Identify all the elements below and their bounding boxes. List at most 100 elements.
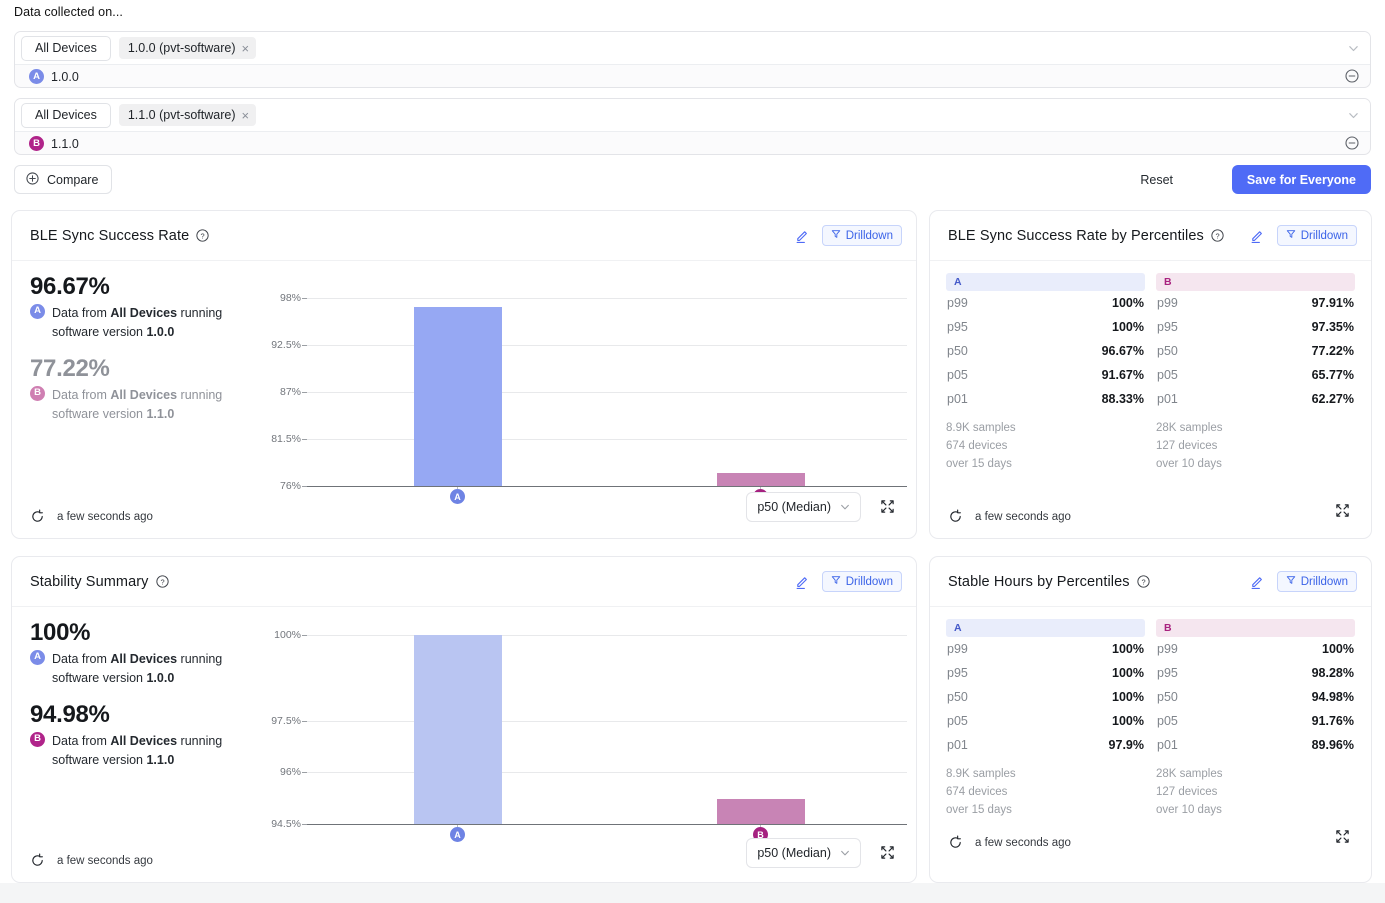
summary-panel: 96.67% A Data from All Devices running s… xyxy=(30,273,255,425)
pencil-edit-icon[interactable] xyxy=(794,227,811,244)
bar-series-b[interactable] xyxy=(717,473,805,486)
bar-series-a[interactable] xyxy=(414,307,502,486)
pencil-edit-icon[interactable] xyxy=(794,573,811,590)
table-row: p95 97.35% xyxy=(1156,315,1355,339)
duration-label: over 15 days xyxy=(946,458,1012,471)
refresh-icon[interactable] xyxy=(948,509,963,524)
summary-block-b: 77.22% B Data from All Devices running s… xyxy=(30,355,255,425)
desc-version: 1.0.0 xyxy=(146,325,175,340)
desc-scope: All Devices xyxy=(110,652,178,666)
card-header-tools: Drilldown xyxy=(1249,571,1357,592)
card-ble-sync-success-rate: BLE Sync Success Rate ? Drilldown 96.67% xyxy=(11,210,917,539)
percentile-tables: A p99 100% p95 100% p50 100% p05 100% p01 97.… xyxy=(946,619,1355,819)
x-axis-line xyxy=(307,824,907,825)
bar-series-b[interactable] xyxy=(717,799,805,824)
y-tick-label: 92.5% xyxy=(271,339,301,351)
gridline xyxy=(307,772,907,773)
percentile-value: 91.76% xyxy=(1311,714,1354,728)
pencil-edit-icon[interactable] xyxy=(1249,227,1266,244)
minus-circle-icon[interactable] xyxy=(1345,136,1359,150)
drilldown-button[interactable]: Drilldown xyxy=(1276,571,1357,592)
percentile-select[interactable]: p50 (Median) xyxy=(746,838,861,868)
compare-button[interactable]: Compare xyxy=(14,165,113,194)
percentile-key: p50 xyxy=(1157,344,1178,358)
collapse-arrows-icon[interactable] xyxy=(1335,829,1350,844)
percentile-value: 94.98% xyxy=(1311,690,1354,704)
percentile-key: p01 xyxy=(1157,738,1178,752)
version-chip-b-label: 1.1.0 (pvt-software) xyxy=(127,108,236,122)
question-circle-icon[interactable]: ? xyxy=(1136,575,1150,588)
data-collected-label: Data collected on... xyxy=(14,5,124,19)
card-header-tools: Drilldown xyxy=(794,571,902,592)
version-chip-a-label: 1.0.0 (pvt-software) xyxy=(127,41,236,55)
y-tick-label: 96% xyxy=(279,766,301,778)
summary-block-a: 96.67% A Data from All Devices running s… xyxy=(30,273,255,343)
percentile-value: 100% xyxy=(1322,642,1354,656)
version-chip-b: 1.1.0 (pvt-software) × xyxy=(118,104,257,126)
bar-badge-a: A xyxy=(450,489,465,504)
close-icon[interactable]: × xyxy=(242,109,250,122)
card-stability-summary: Stability Summary ? Drilldown 100% A Dat… xyxy=(11,556,917,883)
refresh-icon[interactable] xyxy=(948,835,963,850)
drilldown-button[interactable]: Drilldown xyxy=(821,571,902,592)
devices-count: 127 devices xyxy=(1156,440,1218,453)
y-tick-label: 81.5% xyxy=(271,433,301,445)
filter-row-b-selector[interactable]: All Devices 1.1.0 (pvt-software) × xyxy=(15,99,1370,132)
save-for-everyone-button[interactable]: Save for Everyone xyxy=(1231,165,1371,194)
close-icon[interactable]: × xyxy=(242,42,250,55)
x-axis-line xyxy=(307,486,907,487)
percentile-select-value: p50 (Median) xyxy=(757,846,831,860)
drilldown-button-label: Drilldown xyxy=(1300,575,1348,588)
series-badge-a: A xyxy=(30,304,45,319)
question-circle-icon[interactable]: ? xyxy=(155,575,169,588)
collapse-arrows-icon[interactable] xyxy=(880,845,895,860)
y-tick-label: 98% xyxy=(279,292,301,304)
svg-text:?: ? xyxy=(201,231,205,240)
percentile-value: 88.33% xyxy=(1101,392,1144,406)
table-row: p95 98.28% xyxy=(1156,661,1355,685)
percentile-key: p05 xyxy=(1157,714,1178,728)
refresh-icon[interactable] xyxy=(30,509,45,524)
bar-series-a[interactable] xyxy=(414,635,502,824)
devices-count: 674 devices xyxy=(946,440,1008,453)
filter-row-a-selector[interactable]: All Devices 1.0.0 (pvt-software) × xyxy=(15,32,1370,65)
filter-row-a-legend: A 1.0.0 xyxy=(15,65,1370,88)
collapse-arrows-icon[interactable] xyxy=(880,499,895,514)
series-badge-a: A xyxy=(29,69,44,84)
y-tick-label: 100% xyxy=(274,629,301,641)
percentile-key: p01 xyxy=(947,392,968,406)
percentile-value: 65.77% xyxy=(1311,368,1354,382)
drilldown-button[interactable]: Drilldown xyxy=(821,225,902,246)
percentile-value: 100% xyxy=(1112,296,1144,310)
drilldown-button[interactable]: Drilldown xyxy=(1276,225,1357,246)
percentile-select-value: p50 (Median) xyxy=(757,500,831,514)
series-badge-b: B xyxy=(30,731,45,747)
table-row: p99 100% xyxy=(1156,637,1355,661)
percentile-key: p05 xyxy=(1157,368,1178,382)
metric-desc-a: A Data from All Devices running software… xyxy=(30,304,255,343)
question-circle-icon[interactable]: ? xyxy=(1211,229,1224,242)
percentile-key: p99 xyxy=(947,642,968,656)
table-row: p05 65.77% xyxy=(1156,363,1355,387)
page-title: BLE Sync Success Rate xyxy=(30,227,190,244)
samples-count: 28K samples xyxy=(1156,422,1223,434)
percentile-key: p50 xyxy=(947,690,968,704)
funnel-filter-icon xyxy=(831,575,841,588)
chevron-down-icon[interactable] xyxy=(1348,110,1359,121)
percentile-value: 62.27% xyxy=(1311,392,1354,406)
percentile-select[interactable]: p50 (Median) xyxy=(746,492,861,522)
pencil-edit-icon[interactable] xyxy=(1249,573,1266,590)
minus-circle-icon[interactable] xyxy=(1345,69,1359,83)
drilldown-button-label: Drilldown xyxy=(845,229,893,242)
scope-button-b[interactable]: All Devices xyxy=(21,102,111,128)
question-circle-icon[interactable]: ? xyxy=(196,229,209,242)
scope-button-a[interactable]: All Devices xyxy=(21,35,111,61)
chevron-down-icon[interactable] xyxy=(1348,43,1359,54)
card-ble-sync-percentiles: BLE Sync Success Rate by Percentiles ? D… xyxy=(929,210,1372,539)
percentile-key: p99 xyxy=(1157,642,1178,656)
horizontal-scrollbar-track[interactable] xyxy=(0,889,1385,903)
y-tick-label: 76% xyxy=(279,480,301,492)
refresh-icon[interactable] xyxy=(30,853,45,868)
collapse-arrows-icon[interactable] xyxy=(1335,503,1350,518)
reset-button[interactable]: Reset xyxy=(1128,165,1185,194)
